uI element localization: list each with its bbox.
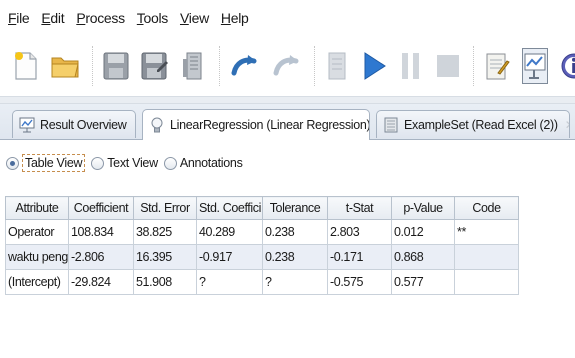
tab-label: ExampleSet (Read Excel (2)) (404, 117, 558, 132)
table-cell (454, 244, 519, 270)
table-cell: -29.824 (68, 269, 134, 295)
open-folder-icon[interactable] (50, 49, 80, 83)
column-header[interactable]: Coefficient (68, 196, 134, 220)
pause-icon[interactable] (399, 49, 423, 83)
table-cell: 0.012 (391, 219, 455, 245)
table-cell: 0.238 (262, 219, 328, 245)
tab-label: Result Overview (40, 117, 127, 132)
table-cell: -0.917 (196, 244, 263, 270)
tab-exampleset[interactable]: ExampleSet (Read Excel (2)) ✕ (376, 110, 570, 138)
radio-button[interactable] (6, 156, 19, 170)
menu-tools[interactable]: Tools (137, 10, 168, 26)
table-cell: (Intercept) (5, 269, 69, 295)
text-view-radio[interactable]: Text View (91, 156, 158, 170)
table-cell: 51.908 (133, 269, 197, 295)
table-cell: 38.825 (133, 219, 197, 245)
table-cell: 2.803 (327, 219, 392, 245)
print-icon[interactable] (181, 49, 207, 83)
column-header[interactable]: Std. Coeffici... (196, 196, 263, 220)
tab-result-overview[interactable]: Result Overview ✕ (12, 110, 136, 138)
tab-label: LinearRegression (Linear Regression) (170, 118, 370, 132)
validate-icon[interactable] (325, 49, 349, 83)
model-bulb-icon (151, 117, 163, 133)
menu-help[interactable]: Help (221, 10, 249, 26)
column-header[interactable]: Attribute (5, 196, 69, 220)
table-cell: 108.834 (68, 219, 134, 245)
toolbar-separator (473, 46, 474, 86)
toolbar-separator (314, 46, 315, 86)
close-icon[interactable]: ✕ (565, 118, 569, 132)
column-header[interactable]: Std. Error (133, 196, 197, 220)
table-row[interactable]: Operator 108.834 38.825 40.289 0.238 2.8… (5, 219, 519, 245)
menu-process[interactable]: Process (76, 10, 125, 26)
table-cell: ** (454, 219, 519, 245)
radio-button[interactable] (163, 156, 177, 170)
menu-view[interactable]: View (180, 10, 209, 26)
exampleset-icon (384, 117, 398, 132)
table-cell: Operator (5, 219, 69, 245)
save-icon[interactable] (103, 49, 129, 83)
column-header[interactable]: Code (454, 196, 519, 220)
radio-label: Annotations (179, 156, 243, 170)
table-cell: waktu penge (5, 244, 69, 270)
undo-icon[interactable] (230, 49, 260, 83)
menu-edit[interactable]: Edit (41, 10, 64, 26)
menu-bar: File Edit Process Tools View Help (0, 0, 575, 36)
radio-label: Text View (107, 156, 158, 170)
toolbar-separator (219, 46, 220, 86)
view-mode-selector: Table View Text View Annotations (0, 148, 575, 178)
notepad-icon[interactable] (484, 49, 510, 83)
column-header[interactable]: p-Value (391, 196, 455, 220)
save-as-icon[interactable] (141, 49, 169, 83)
table-row[interactable]: waktu penge -2.806 16.395 -0.917 0.238 -… (5, 244, 519, 270)
table-cell (454, 269, 519, 295)
tab-linear-regression[interactable]: LinearRegression (Linear Regression) ✕ (142, 109, 370, 140)
table-cell: -0.171 (327, 244, 392, 270)
table-cell: -2.806 (68, 244, 134, 270)
menu-file[interactable]: File (8, 10, 30, 26)
toolbar-divider (0, 96, 575, 104)
table-view-radio[interactable]: Table View (6, 154, 86, 172)
table-cell: 0.577 (391, 269, 455, 295)
table-cell: ? (196, 269, 263, 295)
redo-icon[interactable] (272, 49, 302, 83)
stop-icon[interactable] (435, 49, 461, 83)
table-cell: ? (262, 269, 328, 295)
result-tabs: Result Overview ✕ LinearRegression (Line… (0, 104, 575, 140)
run-play-icon[interactable] (361, 49, 387, 83)
column-header[interactable]: Tolerance (262, 196, 328, 220)
table-header-row: Attribute Coefficient Std. Error Std. Co… (5, 196, 519, 220)
table-cell: 40.289 (196, 219, 263, 245)
toolbar-separator (92, 46, 93, 86)
result-perspective-icon[interactable] (522, 48, 548, 84)
table-cell: 16.395 (133, 244, 197, 270)
table-cell: 0.238 (262, 244, 328, 270)
regression-results-table: Attribute Coefficient Std. Error Std. Co… (5, 196, 519, 295)
close-icon[interactable]: ✕ (134, 118, 136, 132)
table-cell: 0.868 (391, 244, 455, 270)
result-overview-icon (19, 117, 35, 132)
info-icon[interactable] (560, 49, 575, 83)
column-header[interactable]: t-Stat (327, 196, 392, 220)
new-document-icon[interactable] (14, 49, 38, 83)
main-toolbar (0, 36, 575, 96)
table-row[interactable]: (Intercept) -29.824 51.908 ? ? -0.575 0.… (5, 269, 519, 295)
table-cell: -0.575 (327, 269, 392, 295)
annotations-radio[interactable]: Annotations (163, 156, 243, 170)
radio-label: Table View (22, 154, 86, 172)
radio-button[interactable] (91, 156, 105, 170)
